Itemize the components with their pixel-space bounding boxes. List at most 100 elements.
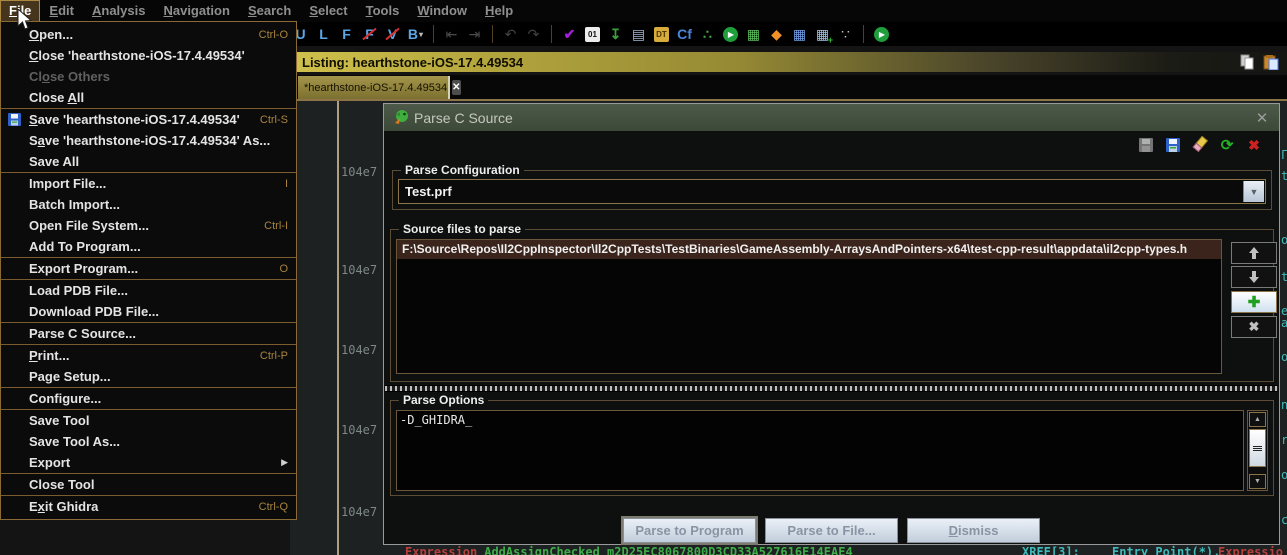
menu-item-close-hearthstone-ios-17-4-49534[interactable]: Close 'hearthstone-iOS-17.4.49534': [1, 45, 296, 66]
clear-profile-eraser-icon[interactable]: [1191, 136, 1209, 154]
scrollbar-thumb[interactable]: [1249, 429, 1266, 467]
save-profile-as-icon[interactable]: [1164, 136, 1182, 154]
menu-item-shortcut: Ctrl-P: [260, 350, 288, 362]
tab-close-icon[interactable]: ✕: [452, 80, 460, 95]
menu-item-open-file-system[interactable]: Open File System...Ctrl-I: [1, 215, 296, 236]
paste-icon[interactable]: [1263, 54, 1279, 70]
clipped-symbol: Expressio: [1218, 545, 1283, 555]
menu-item-add-to-program[interactable]: Add To Program...: [1, 236, 296, 257]
menu-item-parse-c-source[interactable]: Parse C Source...: [1, 323, 296, 344]
run-play-icon[interactable]: ▶: [722, 26, 739, 43]
splitter-handle[interactable]: [385, 385, 1278, 392]
menu-item-download-pdb-file[interactable]: Download PDB File...: [1, 301, 296, 322]
menu-item-label: Save All: [29, 154, 79, 169]
menubar-item-help[interactable]: Help: [476, 0, 522, 22]
menu-item-close-all[interactable]: Close All: [1, 87, 296, 108]
menu-item-load-pdb-file[interactable]: Load PDB File...: [1, 280, 296, 301]
menu-item-batch-import[interactable]: Batch Import...: [1, 194, 296, 215]
parse-c-source-dialog: Parse C Source ✕ ⟳ ✖ Parse Configuration…: [383, 103, 1280, 545]
menu-item-open[interactable]: Open...Ctrl-O: [1, 24, 296, 45]
save-profile-icon[interactable]: [1137, 136, 1155, 154]
define-b-icon[interactable]: B▾: [407, 26, 424, 43]
refresh-icon[interactable]: ⟳: [1218, 136, 1236, 154]
source-file-row[interactable]: F:\Source\Repos\Il2CppInspector\Il2CppTe…: [397, 240, 1221, 259]
parse-to-file-button[interactable]: Parse to File...: [765, 518, 898, 543]
listing-header[interactable]: Listing: hearthstone-iOS-17.4.49534: [290, 52, 1287, 72]
menu-item-configure[interactable]: Configure...: [1, 388, 296, 409]
define-f-icon[interactable]: F: [338, 26, 355, 43]
binary-format-icon[interactable]: 01: [584, 26, 601, 43]
scroll-up-icon[interactable]: ▲: [1249, 412, 1266, 427]
menu-group: Print... Ctrl-P Page Setup...: [1, 344, 296, 387]
dialog-close-icon[interactable]: ✕: [1253, 109, 1271, 127]
parse-configuration-combobox[interactable]: Test.prf ▼: [398, 179, 1266, 204]
scroll-down-icon[interactable]: ▼: [1249, 474, 1266, 489]
menu-item-save-hearthstone-ios-17-4-49534[interactable]: Save 'hearthstone-iOS-17.4.49534'Ctrl-S: [1, 109, 296, 130]
toolbar-separator: [492, 25, 493, 43]
copy-icon[interactable]: [1239, 54, 1255, 70]
combobox-dropdown-icon[interactable]: ▼: [1243, 181, 1264, 202]
listing-view-icon[interactable]: ▤: [630, 26, 647, 43]
menu-item-save-all[interactable]: Save All: [1, 151, 296, 172]
memory-chip-icon-glyph: ▦: [747, 26, 760, 43]
ghidra-dragon-icon: [392, 108, 410, 131]
source-files-group: Source files to parse F:\Source\Repos\Il…: [390, 229, 1274, 382]
define-l-icon[interactable]: L: [315, 26, 332, 43]
tab-hearthstone[interactable]: *hearthstone-iOS-17.4.49534 ✕: [298, 76, 450, 99]
save-floppy-icon: [7, 112, 22, 132]
edge-fragment: c: [1281, 513, 1287, 527]
menu-item-save-tool[interactable]: Save Tool: [1, 410, 296, 431]
menu-item-export[interactable]: Export▶: [1, 452, 296, 473]
menu-item-export-program[interactable]: Export Program...O: [1, 258, 296, 279]
options-scrollbar[interactable]: ▲ ▼: [1247, 410, 1268, 491]
define-b-icon-glyph: B: [408, 26, 418, 42]
menu-item-label: Print...: [29, 348, 69, 363]
add-file-button[interactable]: ✚: [1231, 291, 1277, 313]
menubar-item-edit[interactable]: Edit: [40, 0, 83, 22]
dialog-title: Parse C Source: [414, 110, 513, 126]
clear-f-icon[interactable]: F: [361, 26, 378, 43]
dialog-title-bar[interactable]: Parse C Source ✕: [384, 104, 1279, 131]
plus-overlay-icon: +: [828, 35, 833, 45]
data-type-manager-icon[interactable]: DT: [653, 26, 670, 43]
address-label: 104e7: [341, 505, 377, 519]
script-run-icon[interactable]: ▶: [873, 26, 890, 43]
menu-item-label: Close 'hearthstone-iOS-17.4.49534': [29, 48, 245, 63]
call-tree-icon[interactable]: ∴: [699, 26, 716, 43]
delete-profile-icon[interactable]: ✖: [1245, 136, 1263, 154]
move-up-button[interactable]: [1231, 242, 1277, 264]
memory-chip-icon[interactable]: ▦: [745, 26, 762, 43]
source-files-list[interactable]: F:\Source\Repos\Il2CppInspector\Il2CppTe…: [396, 239, 1222, 374]
menu-item-import-file[interactable]: Import File...I: [1, 173, 296, 194]
listing-view-icon-glyph: ▤: [632, 26, 645, 43]
remove-file-button[interactable]: ✖: [1231, 316, 1277, 338]
menu-item-print[interactable]: Print... Ctrl-P: [1, 345, 296, 366]
menu-group: Save ToolSave Tool As...Export▶: [1, 409, 296, 473]
table-add-icon[interactable]: ▦+: [814, 26, 831, 43]
table-view-icon[interactable]: ▦: [791, 26, 808, 43]
enum-diamond-icon[interactable]: ◆: [768, 26, 785, 43]
menubar-item-analysis[interactable]: Analysis: [83, 0, 154, 22]
menu-item-save-hearthstone-ios-17-4-49534-as[interactable]: Save 'hearthstone-iOS-17.4.49534' As...: [1, 130, 296, 151]
menubar-item-tools[interactable]: Tools: [357, 0, 409, 22]
xref-value: Entry Point(*),: [1112, 545, 1220, 555]
dropdown-caret-icon[interactable]: ▾: [419, 30, 423, 39]
menubar-item-navigation[interactable]: Navigation: [154, 0, 238, 22]
parse-options-textarea[interactable]: -D_GHIDRA_: [396, 410, 1244, 491]
validate-check-icon[interactable]: ✔: [561, 26, 578, 43]
binary-format-icon-glyph: 01: [585, 27, 600, 42]
menu-item-page-setup[interactable]: Page Setup...: [1, 366, 296, 387]
menu-item-exit-ghidra[interactable]: Exit GhidraCtrl-Q: [1, 496, 296, 517]
menubar-item-search[interactable]: Search: [239, 0, 300, 22]
c-function-icon[interactable]: Cf: [676, 26, 693, 43]
symbol-tree-icon[interactable]: ∵: [837, 26, 854, 43]
menu-item-close-tool[interactable]: Close Tool: [1, 474, 296, 495]
dismiss-button[interactable]: Dismiss: [907, 518, 1040, 543]
menu-item-save-tool-as[interactable]: Save Tool As...: [1, 431, 296, 452]
move-down-button[interactable]: [1231, 266, 1277, 288]
clear-v-icon[interactable]: V: [384, 26, 401, 43]
import-arrow-icon[interactable]: ↧: [607, 26, 624, 43]
parse-to-program-button[interactable]: Parse to Program: [623, 518, 756, 543]
menubar-item-select[interactable]: Select: [300, 0, 356, 22]
menubar-item-window[interactable]: Window: [408, 0, 476, 22]
